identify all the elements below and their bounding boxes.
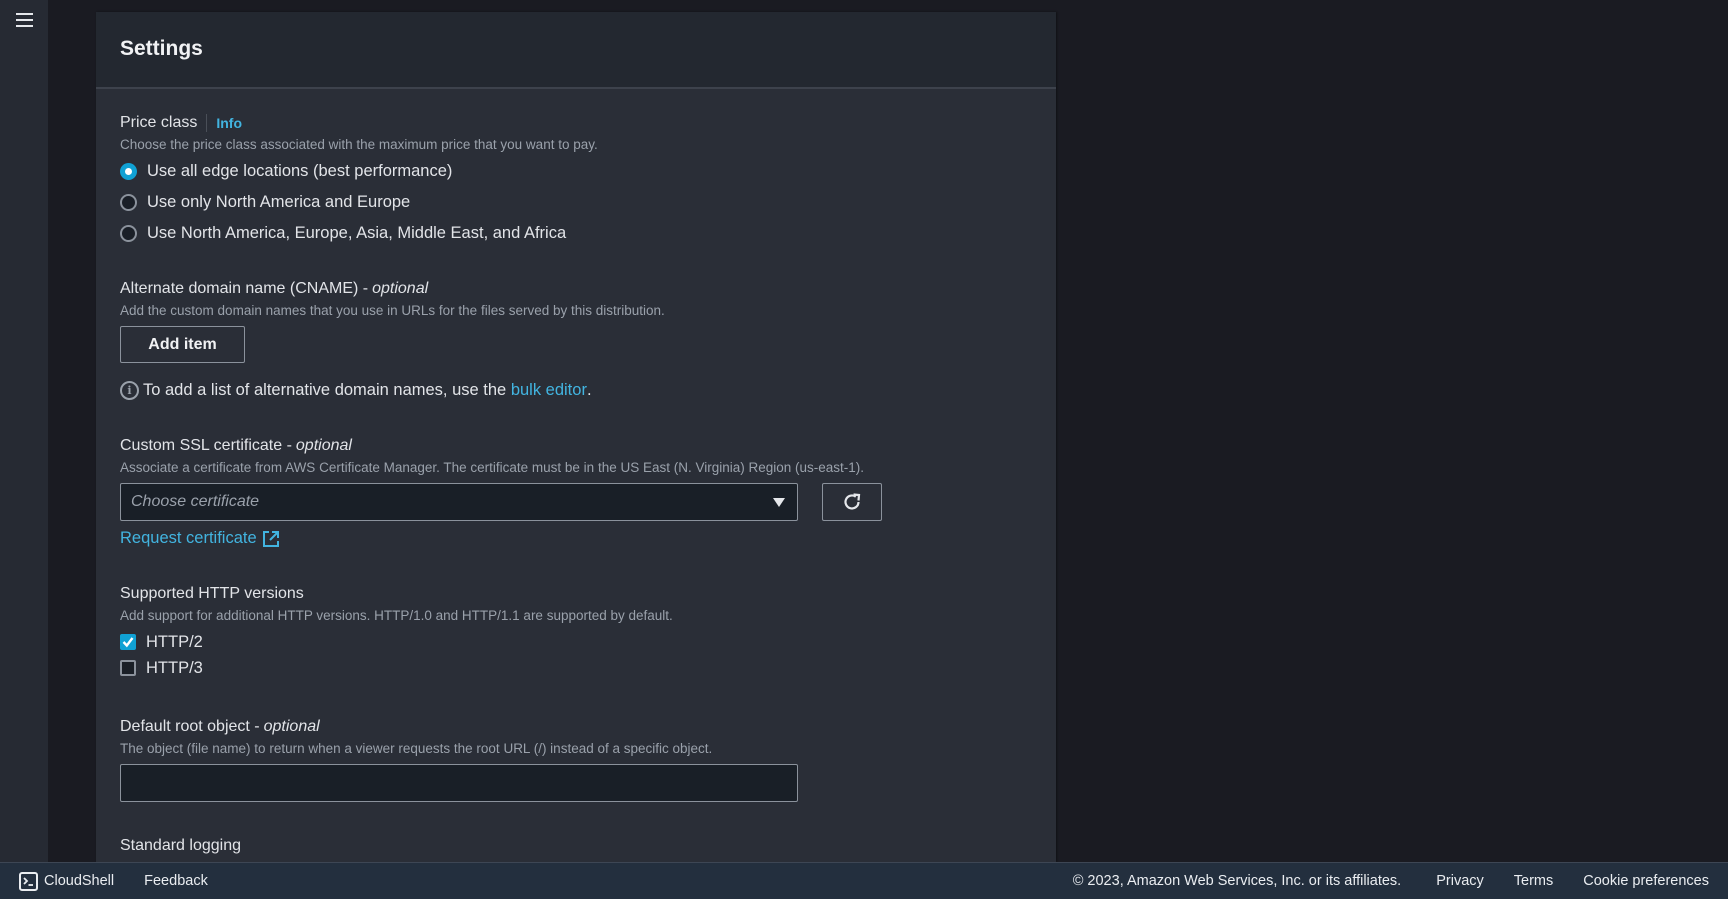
radio-label: Use North America, Europe, Asia, Middle … [147,224,567,242]
period: . [586,381,592,399]
checkbox-unchecked[interactable] [120,660,136,676]
info-icon: i [120,381,139,400]
terms-label: Terms [1513,873,1554,889]
side-nav-rail [0,0,48,862]
cookie-preferences-link[interactable]: Cookie preferences [1583,873,1709,889]
ssl-certificate-field: Custom SSL certificate - optional Associ… [120,436,1032,548]
radio-button[interactable] [120,194,137,211]
cloudshell-button[interactable]: CloudShell [19,871,115,891]
price-class-field: Price class Info Choose the price class … [120,113,1032,249]
standard-logging-label: Standard logging [120,837,241,854]
copyright-text: © 2023, Amazon Web Services, Inc. or its… [1072,873,1402,889]
privacy-label: Privacy [1436,873,1484,889]
radio-north-america-europe[interactable]: Use only North America and Europe [120,187,1032,218]
cloudshell-icon [19,871,38,891]
hint-text: To add a list of alternative domain name… [143,381,507,399]
feedback-label: Feedback [144,873,208,889]
radio-button[interactable] [120,225,137,242]
request-certificate-label: Request certificate [120,529,257,547]
root-object-label: Default root object - [120,718,260,735]
radio-na-eu-asia-me-africa[interactable]: Use North America, Europe, Asia, Middle … [120,218,1032,249]
radio-all-edge-locations[interactable]: Use all edge locations (best performance… [120,156,1032,187]
checkbox-label: HTTP/2 [146,632,203,651]
cname-description: Add the custom domain names that you use… [120,303,665,318]
checkbox-http3[interactable]: HTTP/3 [120,655,1032,681]
refresh-button[interactable] [822,483,882,521]
bulk-editor-hint: i To add a list of alternative domain na… [120,381,1032,400]
settings-panel: Settings Price class Info Choose the pri… [96,12,1056,862]
radio-label: Use only North America and Europe [147,193,411,211]
footer-bar: CloudShell Feedback © 2023, Amazon Web S… [0,862,1728,899]
checkmark-icon [122,637,134,648]
radio-button-selected[interactable] [120,163,137,180]
checkbox-checked[interactable] [120,634,136,650]
ssl-label: Custom SSL certificate - [120,437,292,454]
page-title: Settings [120,37,203,60]
http-versions-field: Supported HTTP versions Add support for … [120,584,1032,681]
caret-down-icon [773,497,785,507]
request-certificate-link[interactable]: Request certificate [120,529,280,548]
select-placeholder: Choose certificate [131,493,260,510]
ssl-description: Associate a certificate from AWS Certifi… [120,460,865,475]
root-object-description: The object (file name) to return when a … [120,741,713,756]
cookie-preferences-label: Cookie preferences [1583,873,1709,889]
default-root-object-field: Default root object - optional The objec… [120,717,1032,802]
certificate-select[interactable]: Choose certificate [120,483,798,521]
privacy-link[interactable]: Privacy [1436,873,1484,889]
panel-header: Settings [96,12,1056,89]
add-item-button[interactable]: Add item [120,326,245,363]
optional-tag: optional [372,280,429,297]
checkbox-label: HTTP/3 [146,658,203,677]
default-root-object-input[interactable] [120,764,798,802]
optional-tag: optional [263,718,320,735]
terms-link[interactable]: Terms [1514,873,1553,889]
checkbox-http2[interactable]: HTTP/2 [120,629,1032,655]
price-class-description: Choose the price class associated with t… [120,137,598,152]
bulk-editor-link[interactable]: bulk editor [511,381,587,400]
cname-label: Alternate domain name (CNAME) - [120,280,369,297]
optional-tag: optional [295,437,352,454]
radio-label: Use all edge locations (best performance… [147,162,453,180]
cname-field: Alternate domain name (CNAME) - optional… [120,279,1032,400]
external-link-icon [262,530,279,547]
price-class-label: Price class [120,114,198,131]
divider [206,114,208,132]
feedback-link[interactable]: Feedback [144,873,208,889]
cloudshell-label: CloudShell [44,873,115,889]
hamburger-menu-icon[interactable] [14,13,34,29]
refresh-icon [844,493,861,510]
http-description: Add support for additional HTTP versions… [120,608,673,623]
http-label: Supported HTTP versions [120,585,304,602]
info-link[interactable]: Info [216,113,242,133]
